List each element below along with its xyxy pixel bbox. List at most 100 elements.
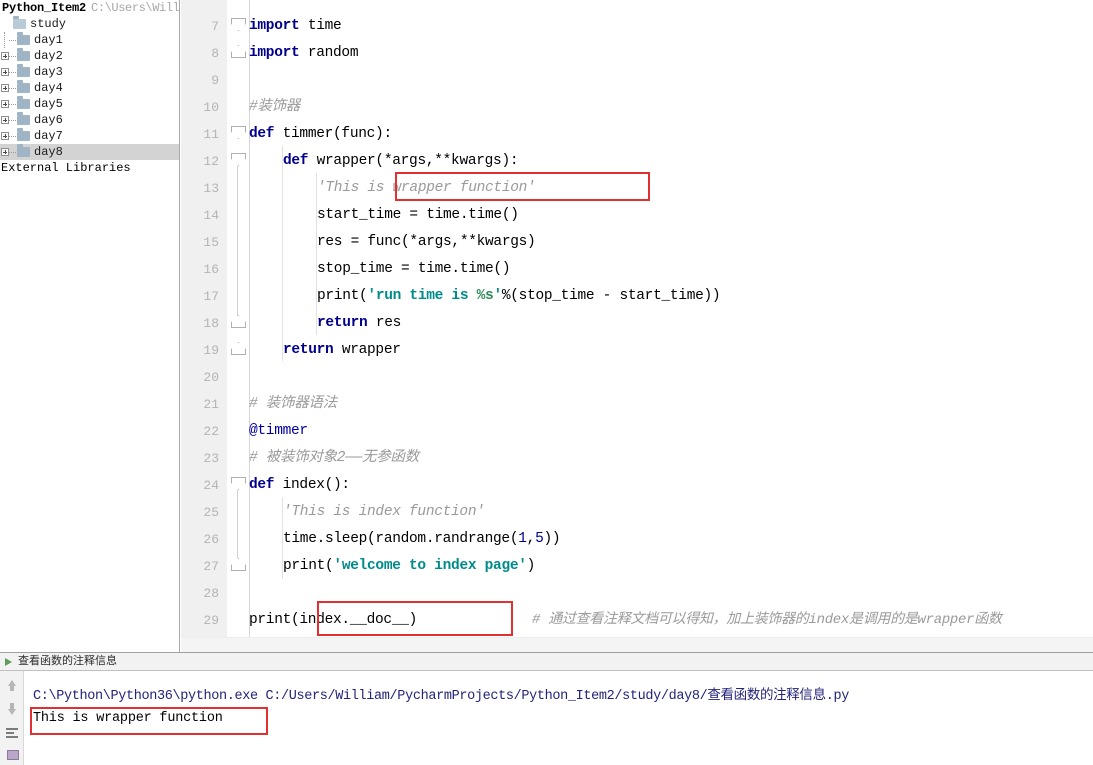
code-line-26[interactable]: time.sleep(random.randrange(1,5)) <box>283 526 561 553</box>
comment-decorator: #装饰器 <box>249 99 301 115</box>
line-number: 24 <box>203 478 219 493</box>
line-number: 26 <box>203 532 219 547</box>
string-run-time: 'run time is <box>367 288 477 304</box>
code-line-24[interactable]: def index(): <box>249 472 350 499</box>
fold-end-index[interactable] <box>231 558 246 571</box>
tree-expander[interactable] <box>0 128 16 144</box>
tree-node-external-libraries[interactable]: External Libraries <box>0 160 179 176</box>
code-folding-strip[interactable] <box>227 0 250 652</box>
arrow-down-icon[interactable] <box>4 701 20 717</box>
tree-expander[interactable] <box>0 96 16 112</box>
run-icon <box>5 658 12 666</box>
comment-decorated-object: # 被装饰对象2——无参函数 <box>249 450 419 466</box>
code-line-23[interactable]: # 被装饰对象2——无参函数 <box>249 445 419 472</box>
tree-expander[interactable] <box>0 144 16 160</box>
fold-end-imports[interactable] <box>231 45 246 58</box>
tree-node-label: day6 <box>34 113 63 127</box>
code-line-29[interactable]: print(index.__doc__) <box>249 607 417 634</box>
code-editor[interactable]: 7 8 9 10 11 12 13 14 15 16 17 18 19 20 2… <box>181 0 1093 652</box>
editor-horizontal-scroll-track[interactable] <box>181 637 1093 653</box>
line-number-gutter: 7 8 9 10 11 12 13 14 15 16 17 18 19 20 2… <box>181 0 227 652</box>
line-number: 16 <box>203 262 219 277</box>
fold-toggle-wrapper[interactable] <box>231 153 246 166</box>
fold-toggle-timmer[interactable] <box>231 126 246 139</box>
tree-node-day1[interactable]: day1 <box>0 31 179 48</box>
paren-close: )) <box>543 531 561 547</box>
code-line-13[interactable]: 'This is wrapper function' <box>317 175 536 202</box>
code-line-16[interactable]: stop_time = time.time() <box>317 256 511 283</box>
run-tool-window[interactable]: 查看函数的注释信息 C:\Python\Python36\python.exe … <box>0 652 1093 765</box>
tree-node-label: day3 <box>34 65 63 79</box>
code-line-8[interactable]: import random <box>249 40 359 67</box>
code-line-19[interactable]: return wrapper <box>283 337 401 364</box>
code-line-18[interactable]: return res <box>317 310 401 337</box>
call-print-doc: print(index.__doc__) <box>249 612 418 628</box>
run-tab-bar[interactable]: 查看函数的注释信息 <box>0 653 1093 671</box>
code-line-27[interactable]: print('welcome to index page') <box>283 553 535 580</box>
tree-node-day3[interactable]: day3 <box>0 63 179 80</box>
fold-guide-line <box>237 166 238 316</box>
pycharm-window: Python_Item2 C:\Users\Willia study day1 d… <box>0 0 1093 765</box>
fold-end-timmer[interactable] <box>231 342 246 355</box>
project-header[interactable]: Python_Item2 C:\Users\Willia <box>0 0 179 16</box>
keyword-return: return <box>283 342 334 358</box>
project-sidebar[interactable]: Python_Item2 C:\Users\Willia study day1 d… <box>0 0 180 652</box>
code-text-area[interactable]: import time import random #装饰器 def timme… <box>249 0 1093 652</box>
stmt-stop-time: stop_time = time.time() <box>317 261 511 277</box>
code-line-12[interactable]: def wrapper(*args,**kwargs): <box>283 148 519 175</box>
fold-toggle-index[interactable] <box>231 477 246 490</box>
code-line-15[interactable]: res = func(*args,**kwargs) <box>317 229 536 256</box>
indent-guide <box>282 146 283 361</box>
expr-time-delta: %(stop_time - start_time)) <box>501 288 721 304</box>
tree-expander[interactable] <box>0 48 16 64</box>
keyword-import: import <box>249 18 300 34</box>
soft-wrap-icon[interactable] <box>4 725 20 741</box>
tree-node-day7[interactable]: day7 <box>0 127 179 144</box>
folder-icon <box>17 127 30 141</box>
tree-node-day5[interactable]: day5 <box>0 95 179 112</box>
string-welcome: 'welcome to index page' <box>333 558 527 574</box>
tree-node-day2[interactable]: day2 <box>0 47 179 64</box>
code-line-25[interactable]: 'This is index function' <box>283 499 485 526</box>
tree-node-day8[interactable]: day8 <box>0 143 179 160</box>
code-line-10[interactable]: #装饰器 <box>249 94 300 121</box>
tree-expander[interactable] <box>0 112 16 128</box>
folder-icon <box>17 47 30 61</box>
code-line-29-comment[interactable]: # 通过查看注释文档可以得知，加上装饰器的index是调用的是wrapper函数 <box>532 607 1002 634</box>
tree-node-study[interactable]: study <box>0 15 179 32</box>
keyword-def: def <box>249 126 275 142</box>
fold-toggle-imports[interactable] <box>231 18 246 31</box>
fn-timmer-signature: timmer(func): <box>282 126 393 142</box>
line-number: 25 <box>203 505 219 520</box>
run-console-output[interactable]: C:\Python\Python36\python.exe C:/Users/W… <box>24 671 1093 765</box>
code-line-22[interactable]: @timmer <box>249 418 308 445</box>
number-1: 1 <box>518 531 527 547</box>
code-line-7[interactable]: import time <box>249 13 342 40</box>
run-toolbar[interactable] <box>0 671 24 765</box>
line-number: 19 <box>203 343 219 358</box>
comment-decorator-syntax: # 装饰器语法 <box>249 396 337 412</box>
stmt-res-call: res = func(*args,**kwargs) <box>317 234 536 250</box>
folder-icon <box>17 111 30 125</box>
tree-node-label: day8 <box>34 145 63 159</box>
code-line-17[interactable]: print('run time is %s'%(stop_time - star… <box>317 283 721 310</box>
run-tab[interactable]: 查看函数的注释信息 <box>0 653 125 670</box>
project-name: Python_Item2 <box>2 1 87 15</box>
line-number: 8 <box>211 46 219 61</box>
console-command-line: C:\Python\Python36\python.exe C:/Users/W… <box>33 689 849 704</box>
tree-node-day6[interactable]: day6 <box>0 111 179 128</box>
code-line-11[interactable]: def timmer(func): <box>249 121 392 148</box>
line-number: 21 <box>203 397 219 412</box>
tree-expander[interactable] <box>0 80 16 96</box>
tree-node-day4[interactable]: day4 <box>0 79 179 96</box>
fold-end-wrapper[interactable] <box>231 315 246 328</box>
code-line-14[interactable]: start_time = time.time() <box>317 202 519 229</box>
line-number: 12 <box>203 154 219 169</box>
pin-icon[interactable] <box>4 747 20 763</box>
tree-node-label: day5 <box>34 97 63 111</box>
tree-expander[interactable] <box>0 64 16 80</box>
comma: , <box>526 531 536 547</box>
arrow-up-icon[interactable] <box>4 677 20 693</box>
project-tree[interactable]: study day1 day2 day3 day4 day5 day6 day7 <box>0 15 179 176</box>
code-line-21[interactable]: # 装饰器语法 <box>249 391 337 418</box>
